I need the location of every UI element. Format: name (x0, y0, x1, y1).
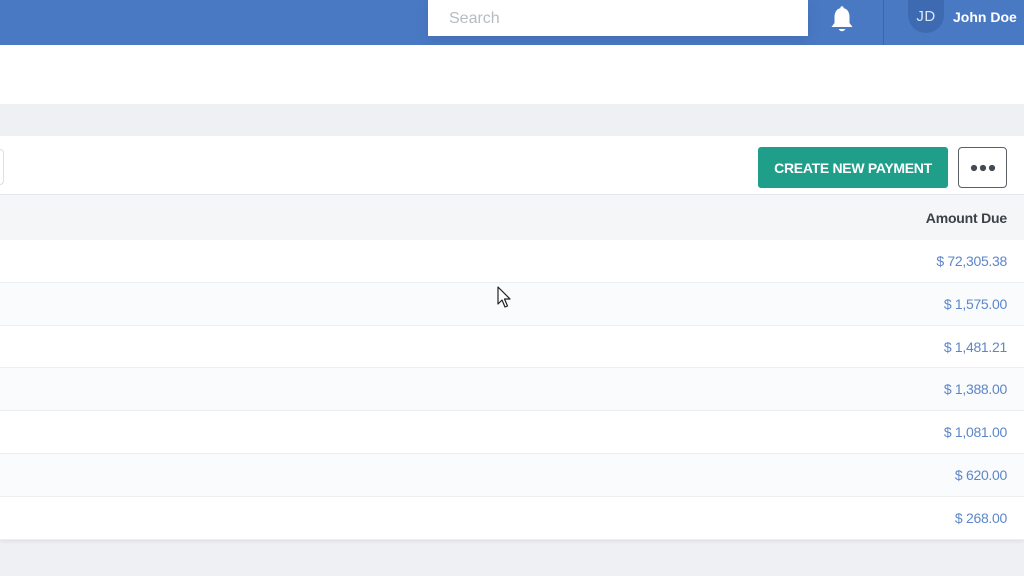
table-header: Amount Due (0, 194, 1024, 240)
table-row[interactable]: $ 72,305.38 (0, 240, 1024, 283)
column-header-amount-due[interactable]: Amount Due (926, 210, 1007, 226)
table-row[interactable]: $ 1,388.00 (0, 368, 1024, 412)
mouse-pointer-icon (497, 286, 511, 308)
amount-due-cell[interactable]: $ 1,575.00 (944, 296, 1007, 312)
more-options-button[interactable] (958, 147, 1007, 188)
user-name[interactable]: John Doe (953, 9, 1017, 25)
topbar-divider (883, 0, 884, 45)
table-row[interactable]: $ 1,481.21 (0, 326, 1024, 369)
amount-due-cell[interactable]: $ 620.00 (955, 467, 1007, 483)
payments-card: CREATE NEW PAYMENT Amount Due $ 72,305.3… (0, 136, 1024, 540)
top-bar: JD John Doe (0, 0, 1024, 45)
search-box[interactable] (428, 0, 808, 36)
amount-due-cell[interactable]: $ 1,081.00 (944, 424, 1007, 440)
page-header (0, 45, 1024, 104)
create-new-payment-button[interactable]: CREATE NEW PAYMENT (758, 147, 948, 188)
search-input[interactable] (428, 0, 808, 36)
amount-due-cell[interactable]: $ 268.00 (955, 510, 1007, 526)
filter-input-edge[interactable] (0, 149, 4, 185)
avatar-initials: JD (916, 8, 936, 25)
amount-due-cell[interactable]: $ 1,481.21 (944, 339, 1007, 355)
table-row[interactable]: $ 1,081.00 (0, 411, 1024, 454)
ellipsis-icon (970, 164, 995, 171)
table-row[interactable]: $ 268.00 (0, 497, 1024, 540)
table-body: $ 72,305.38 $ 1,575.00 $ 1,481.21 $ 1,38… (0, 240, 1024, 540)
avatar[interactable]: JD (908, 0, 944, 33)
notifications-bell-icon[interactable] (827, 5, 857, 35)
table-row[interactable]: $ 620.00 (0, 453, 1024, 497)
app-page: JD John Doe CREATE NEW PAYMENT Amount Du… (0, 0, 1024, 576)
amount-due-cell[interactable]: $ 1,388.00 (944, 381, 1007, 397)
amount-due-cell[interactable]: $ 72,305.38 (936, 253, 1007, 269)
